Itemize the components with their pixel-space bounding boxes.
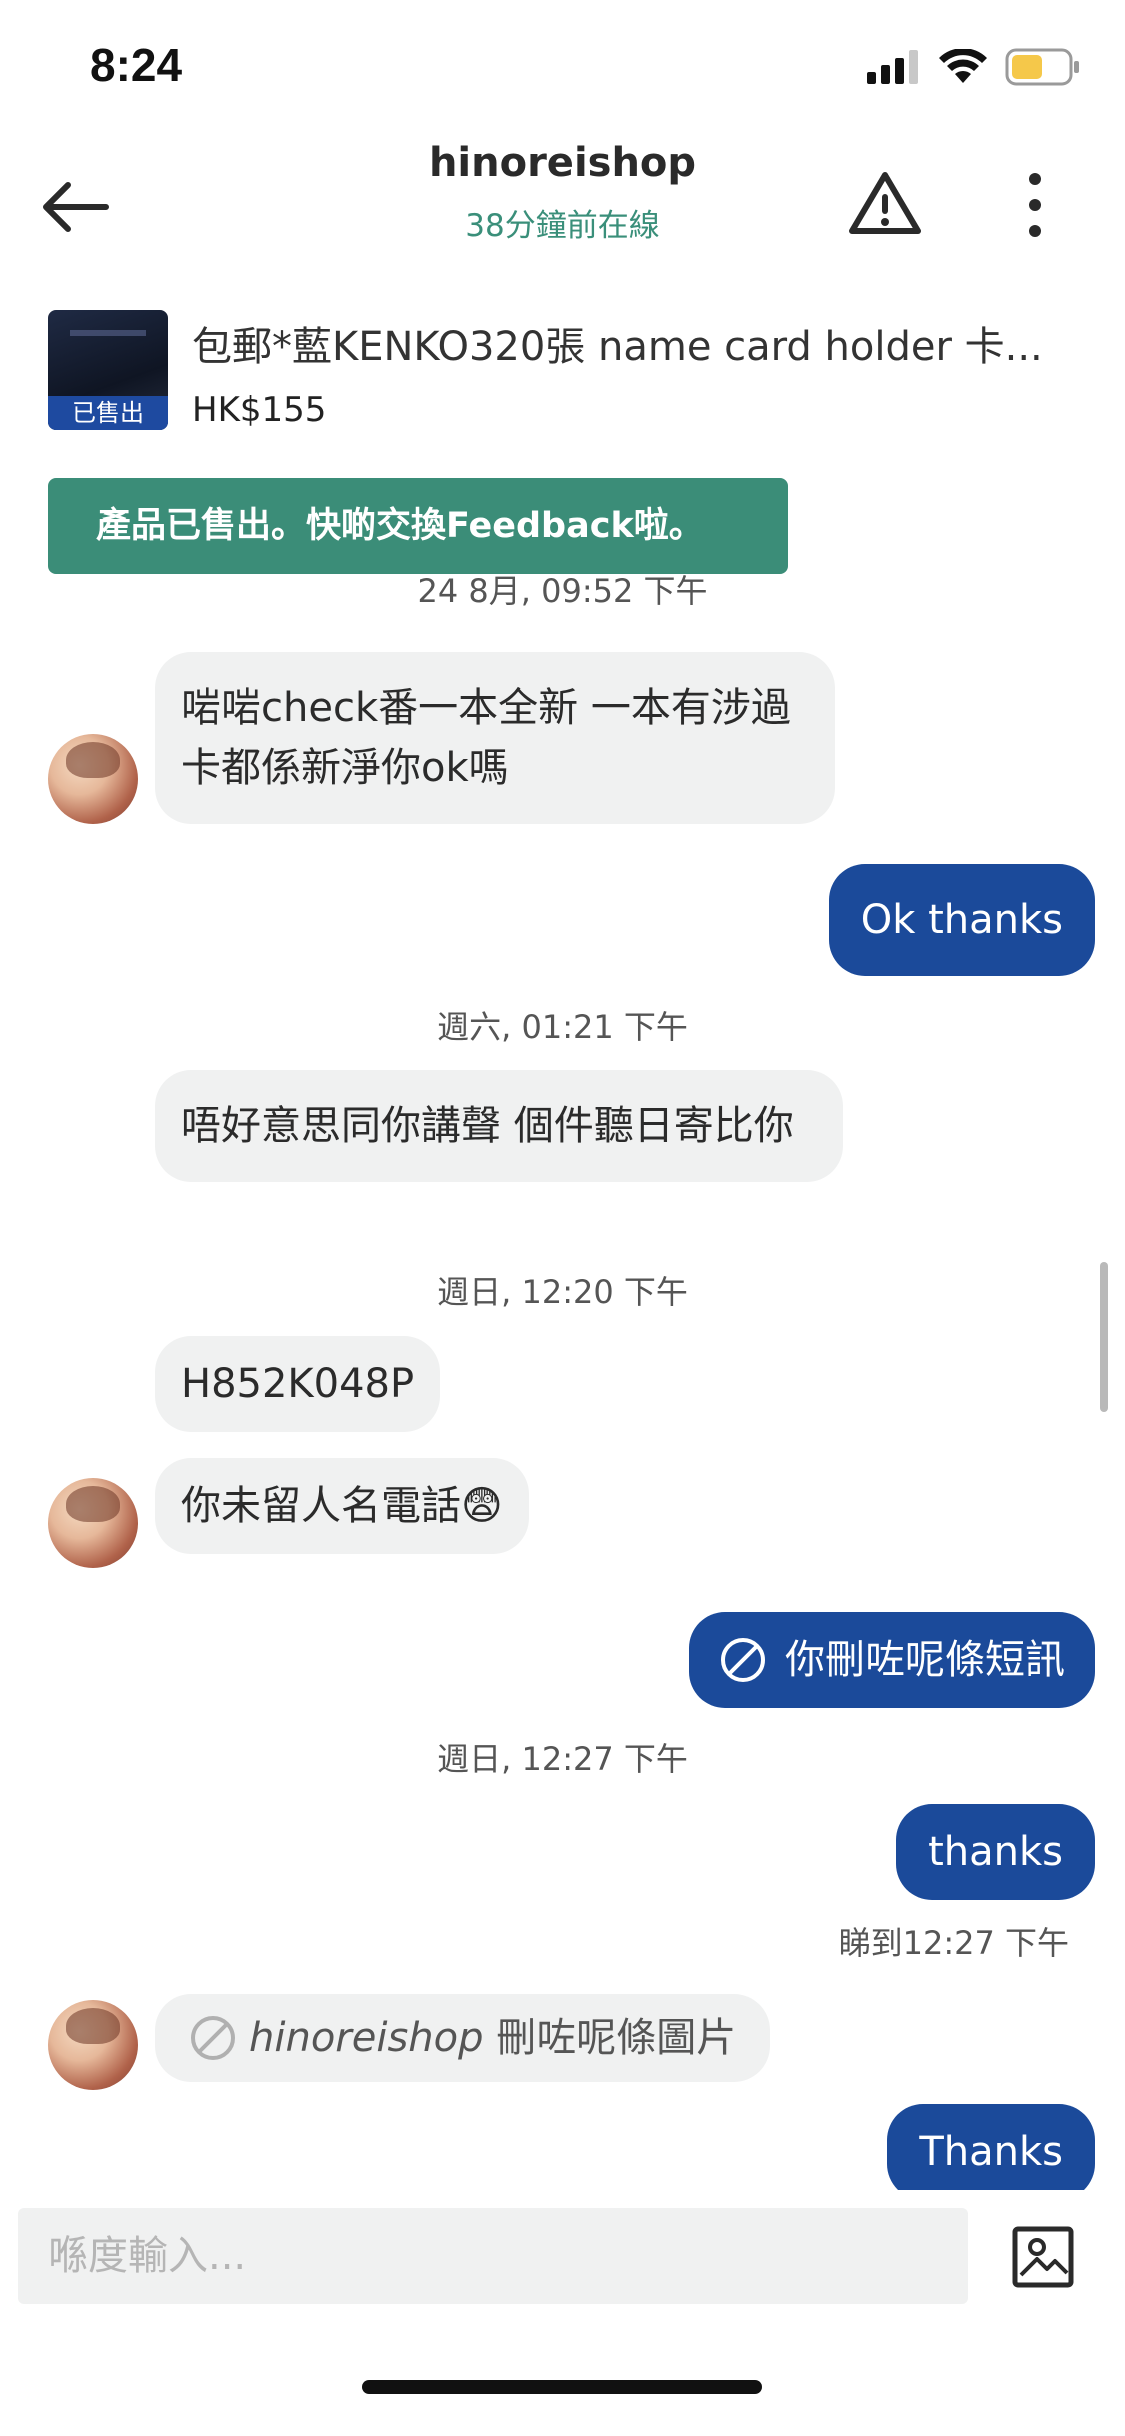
timestamp: 週日, 12:20 下午 — [437, 1273, 688, 1311]
product-card[interactable]: 已售出 包郵*藍KENKO320張 name card holder 卡... … — [48, 310, 1088, 435]
deleted-image-text: 刪咗呢條圖片 — [483, 2015, 737, 2061]
blocked-icon — [721, 1638, 765, 1682]
signal-icon — [867, 50, 918, 84]
thumbnail-decoration — [70, 330, 146, 336]
more-vertical-icon — [1029, 225, 1041, 237]
avatar[interactable] — [48, 734, 138, 824]
chat-messages[interactable]: 24 8月, 09:52 下午 啱啱check番一本全新 一本有涉過卡都係新淨你… — [0, 574, 1125, 2190]
battery-icon — [1005, 48, 1079, 86]
back-arrow-icon — [43, 182, 109, 232]
product-thumbnail: 已售出 — [48, 310, 168, 430]
report-button[interactable] — [840, 158, 930, 248]
warning-icon — [849, 172, 921, 234]
send-image-button[interactable] — [1010, 2224, 1076, 2290]
message-input[interactable] — [18, 2208, 968, 2304]
outgoing-message: Ok thanks — [828, 864, 1095, 976]
image-icon — [1012, 2226, 1074, 2288]
avatar[interactable] — [48, 1478, 138, 1568]
avatar[interactable] — [48, 2000, 138, 2090]
wifi-icon — [939, 49, 987, 83]
timestamp: 24 8月, 09:52 下午 — [417, 574, 708, 610]
incoming-message: 唔好意思同你講聲 個件聽日寄比你 — [155, 1070, 843, 1182]
read-receipt: 睇到12:27 下午 — [838, 1924, 1069, 1962]
deleted-message-text: 你刪咗呢條短訊 — [785, 1637, 1065, 1683]
more-vertical-icon — [1029, 199, 1041, 211]
status-icons — [867, 48, 1081, 86]
page-title[interactable]: hinoreishop — [250, 140, 875, 186]
title-wrap: hinoreishop 38分鐘前在線 — [250, 140, 875, 245]
product-price: HK$155 — [192, 390, 327, 430]
online-status: 38分鐘前在線 — [465, 208, 660, 244]
status-time: 8:24 — [90, 39, 183, 91]
chat-header: hinoreishop 38分鐘前在線 — [0, 130, 1125, 280]
sold-tag: 已售出 — [48, 396, 168, 430]
timestamp: 週日, 12:27 下午 — [437, 1740, 688, 1778]
deleted-outgoing-message: 你刪咗呢條短訊 — [689, 1612, 1095, 1708]
incoming-message: H852K048P — [155, 1336, 441, 1432]
message-input-bar — [0, 2190, 1125, 2340]
more-vertical-icon — [1029, 173, 1041, 185]
product-title: 包郵*藍KENKO320張 name card holder 卡... — [192, 324, 1043, 370]
blocked-icon — [191, 2016, 235, 2060]
outgoing-message: Thanks — [887, 2104, 1095, 2190]
feedback-banner[interactable]: 產品已售出。快啲交換Feedback啦。 — [48, 478, 788, 574]
home-indicator[interactable] — [362, 2380, 762, 2394]
incoming-message: 啱啱check番一本全新 一本有涉過卡都係新淨你ok嗎 — [155, 652, 835, 824]
scrollbar[interactable] — [1100, 1262, 1108, 1412]
back-button[interactable] — [30, 162, 120, 252]
outgoing-message: thanks — [896, 1804, 1095, 1900]
status-bar: 8:24 — [0, 0, 1125, 130]
sender-name: hinoreishop — [249, 2015, 484, 2061]
more-options-button[interactable] — [1000, 160, 1070, 250]
incoming-message: 你未留人名電話😨 — [155, 1458, 529, 1554]
deleted-incoming-message: hinoreishop 刪咗呢條圖片 — [155, 1994, 771, 2082]
timestamp: 週六, 01:21 下午 — [437, 1008, 688, 1046]
